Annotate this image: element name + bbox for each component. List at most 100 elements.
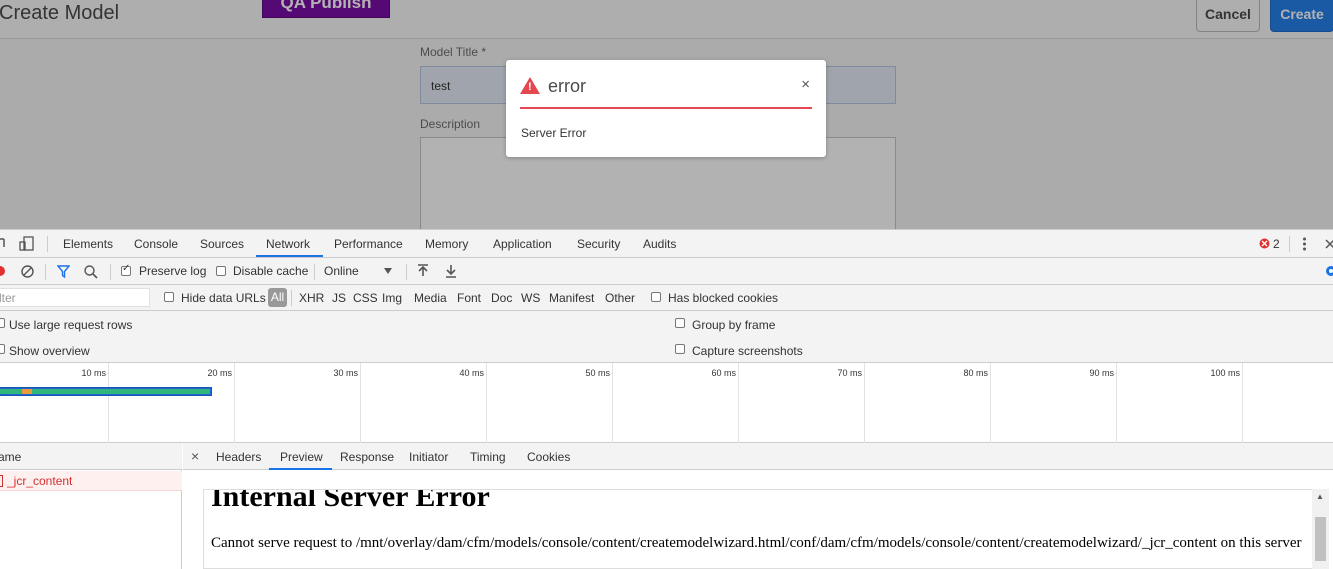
grid-line: [1116, 363, 1117, 443]
grid-line: [1242, 363, 1243, 443]
preserve-log-label: Preserve log: [139, 264, 207, 278]
gear-icon[interactable]: [1324, 264, 1333, 278]
toolbar-divider: [406, 264, 407, 280]
timeline-tick: 100 ms: [1210, 368, 1240, 378]
toolbar-divider: [314, 264, 315, 280]
filter-css[interactable]: CSS: [353, 291, 378, 305]
timeline-tick: 50 ms: [585, 368, 610, 378]
request-name: _jcr_content: [7, 474, 73, 488]
filter-js[interactable]: JS: [332, 291, 346, 305]
large-rows-checkbox[interactable]: [0, 318, 5, 328]
more-options-icon[interactable]: [1302, 237, 1307, 252]
request-list: ame _jcr_content: [0, 443, 182, 569]
filter-ws[interactable]: WS: [521, 291, 540, 305]
grid-line: [990, 363, 991, 443]
capture-screenshots-label: Capture screenshots: [692, 344, 803, 358]
filter-divider: [291, 290, 292, 306]
import-har-icon[interactable]: [417, 264, 429, 278]
filter-other[interactable]: Other: [605, 291, 635, 305]
tab-separator: [47, 236, 48, 252]
devtools-tabstrip: Elements Console Sources Network Perform…: [0, 230, 1333, 258]
filter-icon[interactable]: [57, 265, 70, 278]
timeline-tick: 30 ms: [333, 368, 358, 378]
capture-screenshots-checkbox[interactable]: [675, 344, 685, 354]
search-icon[interactable]: [84, 265, 98, 279]
chevron-down-icon[interactable]: [384, 268, 392, 274]
tab-audits[interactable]: Audits: [643, 237, 676, 251]
clear-icon[interactable]: [21, 265, 34, 278]
preview-body: Cannot serve request to /mnt/overlay/dam…: [211, 535, 1302, 551]
filter-media[interactable]: Media: [414, 291, 447, 305]
filter-font[interactable]: Font: [457, 291, 481, 305]
filter-img[interactable]: Img: [382, 291, 402, 305]
tab-application[interactable]: Application: [493, 237, 552, 251]
devtools-panel: Elements Console Sources Network Perform…: [0, 229, 1333, 569]
tab-cookies[interactable]: Cookies: [527, 450, 570, 464]
filter-input[interactable]: lter: [0, 288, 150, 307]
filter-xhr[interactable]: XHR: [299, 291, 324, 305]
filter-manifest[interactable]: Manifest: [549, 291, 594, 305]
grid-line: [738, 363, 739, 443]
table-row[interactable]: _jcr_content: [0, 471, 182, 491]
error-dialog: ! error × Server Error: [506, 60, 826, 157]
timeline-tick: 20 ms: [207, 368, 232, 378]
show-overview-checkbox[interactable]: [0, 344, 5, 354]
timeline-tick: 40 ms: [459, 368, 484, 378]
large-rows-label: Use large request rows: [9, 318, 133, 332]
network-toolbar: Preserve log Disable cache Online: [0, 258, 1333, 285]
error-count[interactable]: 2: [1273, 237, 1280, 251]
has-blocked-cookies-checkbox[interactable]: [651, 292, 661, 302]
tab-memory[interactable]: Memory: [425, 237, 468, 251]
tab-elements[interactable]: Elements: [63, 237, 113, 251]
tab-security[interactable]: Security: [577, 237, 620, 251]
tab-timing[interactable]: Timing: [470, 450, 506, 464]
disable-cache-checkbox[interactable]: [216, 266, 226, 276]
dialog-divider: [520, 107, 812, 109]
group-by-frame-checkbox[interactable]: [675, 318, 685, 328]
tab-network[interactable]: Network: [266, 237, 310, 251]
timeline-tick: 90 ms: [1089, 368, 1114, 378]
filter-placeholder: lter: [0, 291, 16, 305]
hide-data-urls-label: Hide data URLs: [181, 291, 266, 305]
grid-line: [864, 363, 865, 443]
scrollbar-thumb[interactable]: [1315, 517, 1326, 561]
request-list-header[interactable]: ame: [0, 443, 182, 470]
record-icon[interactable]: [0, 265, 6, 277]
network-overview-timeline[interactable]: 10 ms 20 ms 30 ms 40 ms 50 ms 60 ms 70 m…: [0, 363, 1333, 443]
network-settings: Use large request rows Show overview Gro…: [0, 311, 1333, 363]
tab-sources[interactable]: Sources: [200, 237, 244, 251]
inspect-element-icon[interactable]: [0, 237, 6, 251]
close-devtools-icon[interactable]: [1325, 239, 1333, 249]
disable-cache-label: Disable cache: [233, 264, 309, 278]
filter-doc[interactable]: Doc: [491, 291, 512, 305]
scroll-up-icon[interactable]: ▲: [1316, 492, 1324, 501]
filter-all[interactable]: All: [268, 288, 287, 307]
tab-headers[interactable]: Headers: [216, 450, 261, 464]
show-overview-label: Show overview: [9, 344, 90, 358]
group-by-frame-label: Group by frame: [692, 318, 776, 332]
preview-heading: Internal Server Error: [211, 489, 490, 513]
grid-line: [234, 363, 235, 443]
timeline-tick: 70 ms: [837, 368, 862, 378]
tab-preview[interactable]: Preview: [280, 450, 323, 464]
export-har-icon[interactable]: [445, 264, 457, 278]
tab-initiator[interactable]: Initiator: [409, 450, 448, 464]
preserve-log-checkbox[interactable]: [121, 263, 131, 276]
tab-response[interactable]: Response: [340, 450, 394, 464]
preview-scrollbar[interactable]: ▲: [1312, 489, 1329, 569]
name-column-header[interactable]: ame: [0, 450, 21, 464]
tab-performance[interactable]: Performance: [334, 237, 403, 251]
request-detail-pane: × Headers Preview Response Initiator Tim…: [183, 443, 1333, 569]
device-toolbar-icon[interactable]: [19, 236, 35, 252]
tab-console[interactable]: Console: [134, 237, 178, 251]
error-count-icon[interactable]: [1259, 238, 1270, 249]
hide-data-urls-checkbox[interactable]: [164, 292, 174, 302]
toolbar-divider: [110, 264, 111, 280]
dialog-message: Server Error: [521, 126, 587, 140]
close-icon[interactable]: ×: [801, 76, 810, 93]
response-preview: Internal Server Error Cannot serve reque…: [203, 489, 1313, 569]
close-icon[interactable]: ×: [191, 448, 199, 464]
request-connect-bar: [22, 389, 32, 394]
toolbar-divider: [45, 264, 46, 280]
throttling-select[interactable]: Online: [324, 264, 359, 278]
